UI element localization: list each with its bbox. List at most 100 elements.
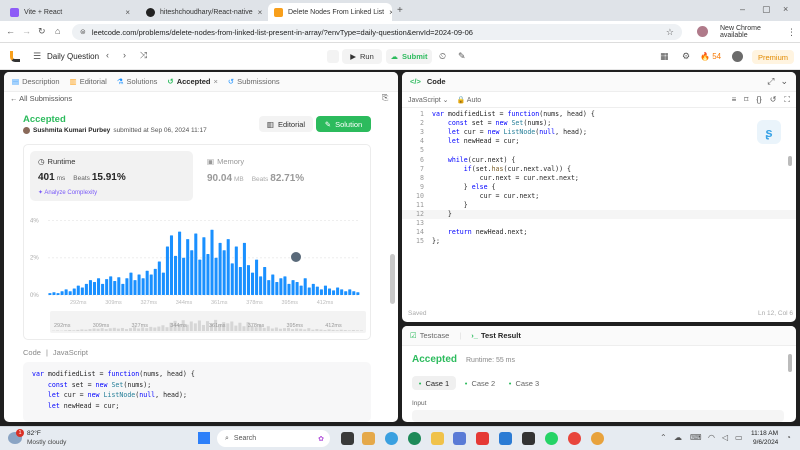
format-code-icon[interactable]: ≡ xyxy=(732,95,737,104)
notification-bell-icon[interactable]: ◔ xyxy=(786,433,791,442)
editor-header: </> Code ⤢ ⌄ xyxy=(402,72,796,92)
browser-tab-vite[interactable]: Vite + React × xyxy=(4,3,136,21)
timer-icon[interactable]: ⏲ xyxy=(439,51,446,62)
overview-bar xyxy=(323,330,327,331)
maximize-icon[interactable]: ▢ xyxy=(762,4,771,15)
widgets-icon[interactable] xyxy=(362,432,375,445)
runtime-card[interactable]: ◷ Runtime 401 ms Beats 15.91% ✦ Analyze C… xyxy=(30,151,193,201)
new-chrome-available-badge[interactable]: New Chrome available ⋮ xyxy=(716,25,800,39)
layout-icon[interactable]: ▦ xyxy=(660,51,669,62)
close-icon[interactable]: × xyxy=(213,77,217,86)
notes-icon[interactable]: ✎ xyxy=(458,51,466,62)
analyze-complexity-link[interactable]: ✦ Analyze Complexity xyxy=(38,189,97,196)
tab-solutions[interactable]: ⚗ Solutions xyxy=(117,77,158,86)
profile-avatar[interactable] xyxy=(697,26,708,37)
bookmark-star-icon[interactable]: ☆ xyxy=(666,27,674,38)
settings-app-icon[interactable] xyxy=(453,432,466,445)
all-submissions-link[interactable]: ← All Submissions xyxy=(10,94,72,103)
browser-tab-github[interactable]: hiteshchoudhary/React-native × xyxy=(140,3,264,21)
runtime-distribution-chart[interactable]: 4% 2% 0% 292ms 309ms 327ms 344ms 361ms 378ms 395m… xyxy=(24,207,370,339)
result-scrollbar-thumb[interactable] xyxy=(788,354,792,372)
whatsapp-icon[interactable] xyxy=(545,432,558,445)
case-1-tab[interactable]: • Case 1 xyxy=(412,376,456,390)
chrome-canary-icon[interactable] xyxy=(591,432,604,445)
solution-button[interactable]: ✎ Solution xyxy=(316,116,371,132)
close-icon[interactable]: × xyxy=(258,8,263,17)
premium-button[interactable]: Premium xyxy=(752,50,794,64)
onedrive-cloud-icon[interactable]: ☁ xyxy=(674,433,682,442)
overview-bar xyxy=(291,329,295,331)
shuffle-icon[interactable]: ⤨ xyxy=(140,50,147,61)
scrollbar-thumb[interactable] xyxy=(390,254,395,304)
tab-testcase[interactable]: ☑ Testcase xyxy=(410,331,449,340)
memory-header[interactable]: ▣ Memory xyxy=(207,157,244,166)
share-link-icon[interactable]: ⎘ xyxy=(382,93,388,103)
streak-counter[interactable]: 🔥 54 xyxy=(700,52,721,61)
keyboard-icon[interactable]: ⌨ xyxy=(690,433,702,442)
youtube-icon[interactable] xyxy=(476,432,489,445)
tab-accepted[interactable]: ↺ Accepted × xyxy=(167,77,217,86)
case-2-tab[interactable]: • Case 2 xyxy=(460,376,500,390)
reset-code-icon[interactable]: ↺ xyxy=(770,95,777,104)
leetcode-logo-icon[interactable] xyxy=(10,51,20,62)
tray-chevron-up-icon[interactable]: ⌃ xyxy=(660,433,667,442)
chrome-icon[interactable] xyxy=(568,432,581,445)
more-vertical-icon[interactable]: ⋮ xyxy=(787,27,796,38)
site-info-icon[interactable]: ⊜ xyxy=(80,28,86,36)
problem-list-icon[interactable]: ☰ xyxy=(33,51,41,62)
autocomplete-toggle[interactable]: 🔒 Auto xyxy=(457,96,482,104)
tab-submissions[interactable]: ↺ Submissions xyxy=(228,77,280,86)
back-arrow-icon[interactable]: ← xyxy=(6,26,15,36)
settings-gear-icon[interactable]: ⚙ xyxy=(682,51,690,62)
browser-tab-leetcode[interactable]: Delete Nodes From Linked List × xyxy=(268,3,392,21)
editor-scrollbar-thumb[interactable] xyxy=(788,156,792,166)
book-icon: ▥ xyxy=(266,119,274,129)
daily-question-label[interactable]: Daily Question xyxy=(47,52,99,61)
user-avatar[interactable] xyxy=(732,51,743,62)
window-close-icon[interactable]: × xyxy=(783,4,788,14)
windows-start-icon[interactable] xyxy=(198,432,210,444)
chart-bar xyxy=(72,288,76,295)
home-icon[interactable]: ⌂ xyxy=(55,26,60,36)
new-tab-plus-icon[interactable]: + xyxy=(397,5,403,16)
file-explorer-icon[interactable] xyxy=(431,432,444,445)
battery-icon[interactable]: ▭ xyxy=(735,433,743,442)
overview-bar xyxy=(343,330,347,331)
chart-bar xyxy=(174,255,178,295)
close-icon[interactable]: × xyxy=(389,8,392,17)
edge-dev-icon[interactable] xyxy=(408,432,421,445)
chart-bar xyxy=(137,274,141,295)
code-editor[interactable]: 1 var modifiedList = function(nums, head)… xyxy=(402,110,796,296)
tab-description[interactable]: ▤ Description xyxy=(12,77,60,86)
url-field[interactable]: ⊜ leetcode.com/problems/delete-nodes-fro… xyxy=(72,24,682,40)
tab-test-result[interactable]: ›_ Test Result xyxy=(471,331,521,340)
username[interactable]: Sushmita Kumari Purbey xyxy=(33,127,110,134)
case-3-tab[interactable]: • Case 3 xyxy=(504,376,544,390)
forward-arrow-icon[interactable]: → xyxy=(22,26,31,36)
overview-bar xyxy=(335,330,339,331)
braces-icon[interactable]: {} xyxy=(756,95,761,104)
submit-button[interactable]: ☁ Submit xyxy=(386,49,432,64)
next-problem-icon[interactable]: › xyxy=(123,50,126,60)
run-button[interactable]: ▶ Run xyxy=(342,49,382,64)
debug-icon[interactable] xyxy=(327,50,339,63)
volume-icon[interactable]: ◁ xyxy=(722,433,728,442)
tab-editorial[interactable]: ▥ Editorial xyxy=(70,77,107,86)
minimize-icon[interactable]: – xyxy=(740,4,745,14)
vscode-icon[interactable] xyxy=(499,432,512,445)
prev-problem-icon[interactable]: ‹ xyxy=(106,50,109,60)
language-select[interactable]: JavaScript ⌄ xyxy=(408,96,449,104)
fullscreen-icon[interactable]: ⛶ xyxy=(784,95,790,105)
ai-assistant-icon[interactable]: ʂ xyxy=(757,120,781,144)
task-view-icon[interactable] xyxy=(341,432,354,445)
panel-collapse-icon[interactable]: ⌄ xyxy=(780,76,788,87)
taskbar-search[interactable]: ⌕ Search ✿ xyxy=(217,430,330,447)
close-icon[interactable]: × xyxy=(125,8,130,17)
wifi-icon[interactable]: ◠ xyxy=(708,433,715,442)
maximize-panel-icon[interactable]: ⤢ xyxy=(767,76,774,87)
editorial-button[interactable]: ▥ Editorial xyxy=(259,116,313,132)
edge-browser-icon[interactable] xyxy=(385,432,398,445)
reload-icon[interactable]: ↻ xyxy=(38,26,46,37)
terminal-app-icon[interactable] xyxy=(522,432,535,445)
bookmark-icon[interactable]: ⌑ xyxy=(744,95,748,104)
